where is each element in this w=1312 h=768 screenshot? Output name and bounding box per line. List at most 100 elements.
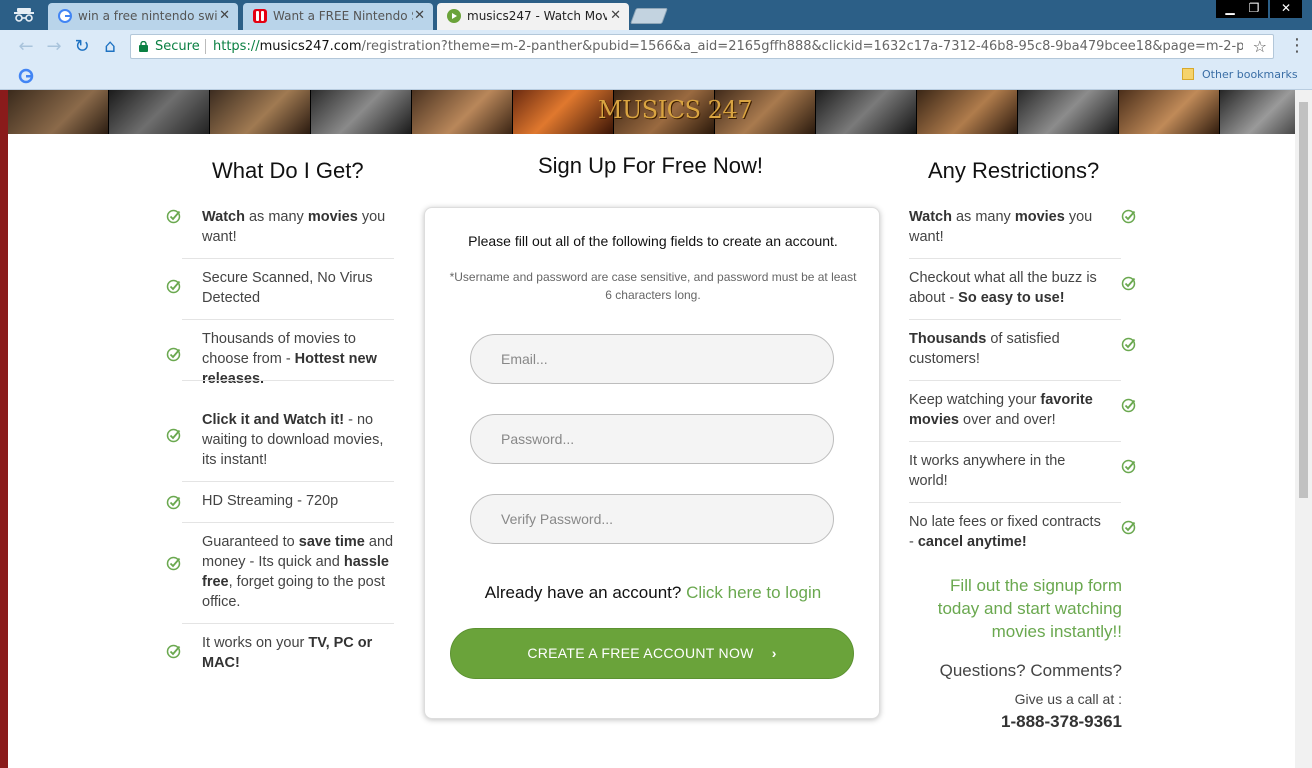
banner-poster bbox=[109, 90, 210, 134]
home-icon[interactable]: ⌂ bbox=[98, 35, 122, 59]
login-link[interactable]: Click here to login bbox=[686, 583, 821, 602]
tab-title: musics247 - Watch Movie bbox=[467, 9, 607, 23]
other-bookmarks[interactable]: Other bookmarks bbox=[1182, 68, 1298, 81]
item-divider bbox=[909, 319, 1121, 320]
check-circle-icon bbox=[166, 209, 181, 224]
check-circle-icon bbox=[1121, 520, 1136, 535]
item-divider bbox=[182, 481, 394, 482]
google-favicon-icon bbox=[58, 9, 72, 23]
any-restrictions-heading: Any Restrictions? bbox=[928, 158, 1100, 183]
check-circle-icon bbox=[166, 279, 181, 294]
signup-heading: Sign Up For Free Now! bbox=[538, 153, 763, 178]
feature-item: Checkout what all the buzz is about - So… bbox=[909, 270, 1097, 306]
close-window-button[interactable]: ✕ bbox=[1270, 0, 1302, 18]
promo-message: Fill out the signup form today and start… bbox=[937, 576, 1122, 641]
item-divider bbox=[182, 380, 394, 381]
url-host: musics247.com bbox=[259, 39, 362, 54]
url-protocol: https:// bbox=[213, 39, 260, 54]
url-text[interactable]: https://musics247.com/registration?theme… bbox=[213, 35, 1243, 58]
banner-poster bbox=[311, 90, 412, 134]
lock-icon bbox=[139, 41, 148, 52]
check-circle-icon bbox=[1121, 459, 1136, 474]
bookmark-star-icon[interactable]: ☆ bbox=[1253, 35, 1267, 58]
banner-poster bbox=[1119, 90, 1220, 134]
what-do-i-get-heading: What Do I Get? bbox=[212, 158, 364, 183]
tab-musics247[interactable]: musics247 - Watch Movie ✕ bbox=[437, 3, 629, 30]
banner-poster bbox=[1220, 90, 1295, 134]
check-circle-icon bbox=[1121, 337, 1136, 352]
item-divider bbox=[909, 380, 1121, 381]
item-divider bbox=[182, 319, 394, 320]
close-tab-icon[interactable]: ✕ bbox=[219, 8, 230, 23]
item-divider bbox=[909, 441, 1121, 442]
check-circle-icon bbox=[166, 556, 181, 571]
other-bookmarks-label: Other bookmarks bbox=[1202, 68, 1298, 81]
tab-nintendo[interactable]: Want a FREE Nintendo S ✕ bbox=[243, 3, 433, 30]
form-instructions: Please fill out all of the following fie… bbox=[468, 233, 838, 249]
forward-arrow-icon[interactable]: → bbox=[42, 35, 66, 59]
check-circle-icon bbox=[166, 495, 181, 510]
login-prompt-line: Already have an account? Click here to l… bbox=[425, 583, 881, 603]
bookmarks-bar: Other bookmarks bbox=[0, 64, 1312, 90]
scrollbar-thumb[interactable] bbox=[1299, 102, 1308, 498]
questions-heading: Questions? Comments? bbox=[939, 661, 1122, 680]
create-account-label: CREATE A FREE ACCOUNT NOW bbox=[527, 645, 754, 661]
tab-title: Want a FREE Nintendo S bbox=[273, 9, 413, 23]
site-logo[interactable]: MUSICS 247 bbox=[598, 96, 752, 124]
nintendo-switch-favicon-icon bbox=[253, 9, 267, 23]
address-bar[interactable]: Secure https://musics247.com/registratio… bbox=[130, 34, 1274, 59]
browser-tab-bar: win a free nintendo switc ✕ Want a FREE … bbox=[0, 0, 1312, 30]
feature-item: It works on your TV, PC or MAC! bbox=[202, 635, 373, 671]
create-account-button[interactable]: CREATE A FREE ACCOUNT NOW › bbox=[450, 628, 854, 679]
banner-poster bbox=[210, 90, 311, 134]
back-arrow-icon[interactable]: ← bbox=[14, 35, 38, 59]
tab-google-search[interactable]: win a free nintendo switc ✕ bbox=[48, 3, 238, 30]
check-circle-icon bbox=[166, 347, 181, 362]
phone-number[interactable]: 1-888-378-9361 bbox=[908, 712, 1122, 732]
incognito-icon bbox=[14, 8, 34, 22]
browser-toolbar: ← → ↻ ⌂ Secure https://musics247.com/reg… bbox=[0, 30, 1312, 64]
feature-item: Thousands of satisfied customers! bbox=[909, 331, 1060, 367]
password-note: *Username and password are case sensitiv… bbox=[449, 270, 857, 302]
verify-password-field[interactable] bbox=[470, 494, 834, 544]
chevron-right-icon: › bbox=[771, 645, 777, 661]
reload-icon[interactable]: ↻ bbox=[70, 35, 94, 59]
check-circle-icon bbox=[1121, 398, 1136, 413]
banner-poster bbox=[917, 90, 1018, 134]
call-label: Give us a call at : bbox=[1014, 691, 1122, 707]
page-scrollbar[interactable] bbox=[1295, 90, 1312, 768]
feature-item: No late fees or fixed contracts - cancel… bbox=[909, 514, 1101, 550]
feature-item: Keep watching your favorite movies over … bbox=[909, 392, 1093, 428]
check-circle-icon bbox=[1121, 276, 1136, 291]
folder-icon bbox=[1182, 68, 1194, 80]
check-circle-icon bbox=[166, 644, 181, 659]
address-divider bbox=[205, 39, 206, 54]
url-path: /registration?theme=m-2-panther&pubid=15… bbox=[361, 39, 1243, 54]
secure-label: Secure bbox=[155, 39, 200, 54]
browser-menu-icon[interactable]: ⋮ bbox=[1288, 35, 1306, 56]
banner-poster bbox=[1018, 90, 1119, 134]
page-content: What Do I Get? Watch as many movies you … bbox=[8, 134, 1295, 768]
close-tab-icon[interactable]: ✕ bbox=[610, 8, 621, 23]
banner-poster bbox=[816, 90, 917, 134]
login-prompt: Already have an account? bbox=[484, 583, 682, 602]
play-favicon-icon bbox=[447, 9, 461, 23]
feature-item: It works anywhere in the world! bbox=[909, 453, 1066, 489]
feature-item: HD Streaming - 720p bbox=[202, 493, 339, 509]
close-tab-icon[interactable]: ✕ bbox=[414, 8, 425, 23]
tab-title: win a free nintendo switc bbox=[78, 9, 218, 23]
item-divider bbox=[909, 258, 1121, 259]
new-tab-button[interactable] bbox=[630, 8, 668, 24]
banner-poster bbox=[412, 90, 513, 134]
email-field[interactable] bbox=[470, 334, 834, 384]
item-divider bbox=[909, 502, 1121, 503]
item-divider bbox=[182, 623, 394, 624]
item-divider bbox=[182, 258, 394, 259]
banner-poster bbox=[8, 90, 109, 134]
feature-item: Click it and Watch it! - no waiting to d… bbox=[202, 412, 384, 468]
password-field[interactable] bbox=[470, 414, 834, 464]
restore-window-button[interactable]: ❐ bbox=[1240, 0, 1268, 18]
google-bookmark-icon[interactable] bbox=[18, 68, 34, 84]
feature-item: Watch as many movies you want! bbox=[202, 209, 386, 245]
item-divider bbox=[182, 522, 394, 523]
